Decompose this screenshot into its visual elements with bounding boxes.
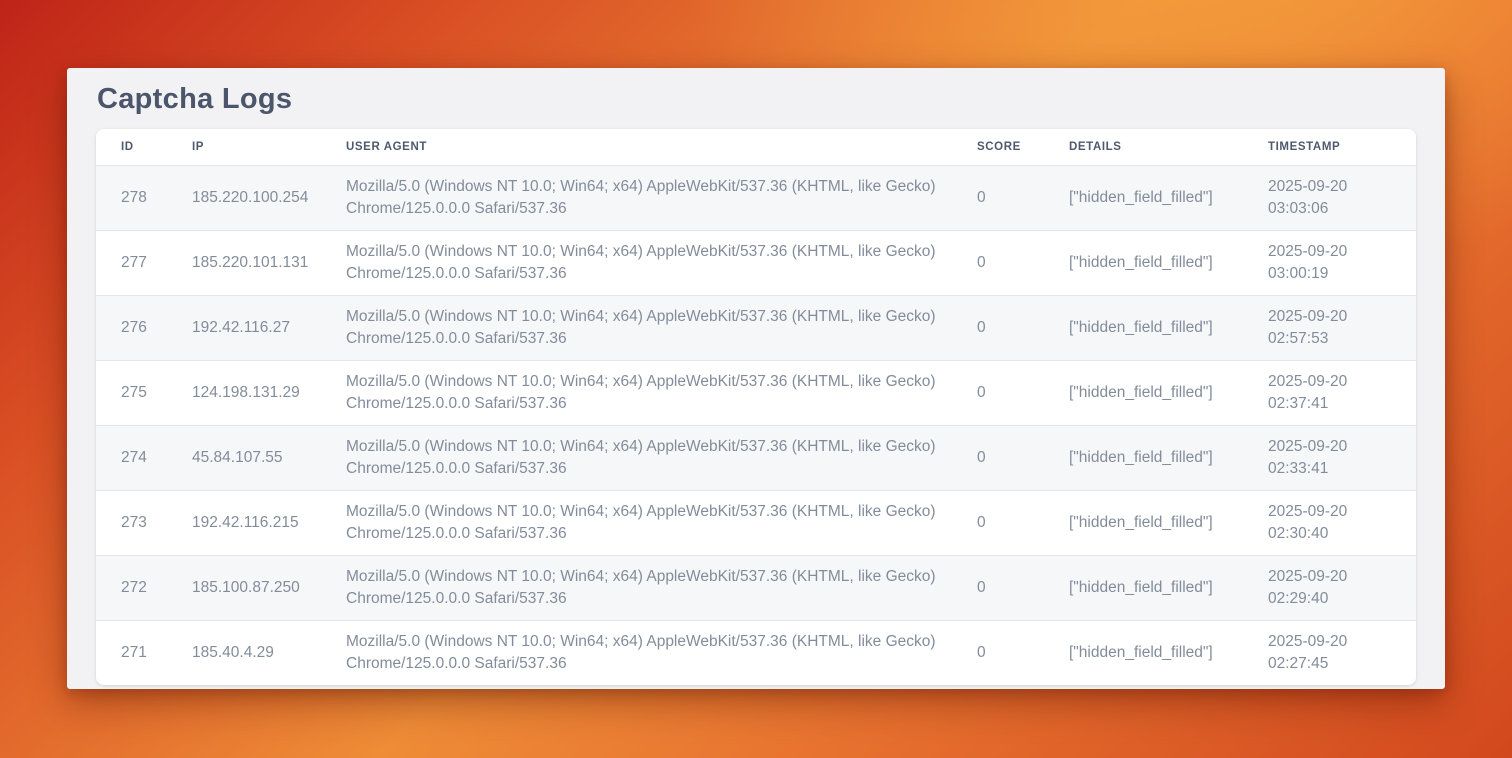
cell-timestamp: 2025-09-20 02:30:40 <box>1268 490 1416 555</box>
cell-ip: 192.42.116.215 <box>192 490 346 555</box>
cell-user_agent: Mozilla/5.0 (Windows NT 10.0; Win64; x64… <box>346 425 977 490</box>
cell-id: 273 <box>96 490 192 555</box>
captcha-logs-panel: Captcha Logs IDIPUSER AGENTSCOREDETAILST… <box>67 68 1445 689</box>
cell-timestamp: 2025-09-20 02:37:41 <box>1268 360 1416 425</box>
column-header-timestamp: TIMESTAMP <box>1268 129 1416 165</box>
cell-id: 272 <box>96 555 192 620</box>
cell-user_agent: Mozilla/5.0 (Windows NT 10.0; Win64; x64… <box>346 230 977 295</box>
cell-ip: 185.40.4.29 <box>192 620 346 685</box>
table-row: 272185.100.87.250Mozilla/5.0 (Windows NT… <box>96 555 1416 620</box>
cell-user_agent: Mozilla/5.0 (Windows NT 10.0; Win64; x64… <box>346 360 977 425</box>
column-header-ip: IP <box>192 129 346 165</box>
desktop-background: { "page": { "title": "Captcha Logs" }, "… <box>0 0 1512 758</box>
cell-ip: 185.220.101.131 <box>192 230 346 295</box>
table-row: 278185.220.100.254Mozilla/5.0 (Windows N… <box>96 165 1416 230</box>
cell-score: 0 <box>977 425 1069 490</box>
column-header-user_agent: USER AGENT <box>346 129 977 165</box>
cell-details: ["hidden_field_filled"] <box>1069 425 1268 490</box>
cell-details: ["hidden_field_filled"] <box>1069 295 1268 360</box>
cell-id: 271 <box>96 620 192 685</box>
cell-score: 0 <box>977 295 1069 360</box>
cell-score: 0 <box>977 230 1069 295</box>
table-header-row: IDIPUSER AGENTSCOREDETAILSTIMESTAMP <box>96 129 1416 165</box>
cell-score: 0 <box>977 165 1069 230</box>
table-row: 27445.84.107.55Mozilla/5.0 (Windows NT 1… <box>96 425 1416 490</box>
cell-id: 274 <box>96 425 192 490</box>
cell-user_agent: Mozilla/5.0 (Windows NT 10.0; Win64; x64… <box>346 165 977 230</box>
table-row: 273192.42.116.215Mozilla/5.0 (Windows NT… <box>96 490 1416 555</box>
cell-user_agent: Mozilla/5.0 (Windows NT 10.0; Win64; x64… <box>346 620 977 685</box>
cell-timestamp: 2025-09-20 02:29:40 <box>1268 555 1416 620</box>
table-row: 276192.42.116.27Mozilla/5.0 (Windows NT … <box>96 295 1416 360</box>
table-row: 271185.40.4.29Mozilla/5.0 (Windows NT 10… <box>96 620 1416 685</box>
cell-score: 0 <box>977 555 1069 620</box>
table-body: 278185.220.100.254Mozilla/5.0 (Windows N… <box>96 165 1416 685</box>
cell-score: 0 <box>977 360 1069 425</box>
cell-score: 0 <box>977 620 1069 685</box>
cell-id: 275 <box>96 360 192 425</box>
cell-timestamp: 2025-09-20 02:57:53 <box>1268 295 1416 360</box>
cell-details: ["hidden_field_filled"] <box>1069 490 1268 555</box>
cell-score: 0 <box>977 490 1069 555</box>
captcha-logs-table: IDIPUSER AGENTSCOREDETAILSTIMESTAMP 2781… <box>96 129 1416 685</box>
cell-ip: 185.220.100.254 <box>192 165 346 230</box>
cell-id: 277 <box>96 230 192 295</box>
cell-id: 278 <box>96 165 192 230</box>
cell-ip: 124.198.131.29 <box>192 360 346 425</box>
cell-user_agent: Mozilla/5.0 (Windows NT 10.0; Win64; x64… <box>346 555 977 620</box>
cell-details: ["hidden_field_filled"] <box>1069 165 1268 230</box>
cell-ip: 192.42.116.27 <box>192 295 346 360</box>
cell-user_agent: Mozilla/5.0 (Windows NT 10.0; Win64; x64… <box>346 490 977 555</box>
logs-table-card: IDIPUSER AGENTSCOREDETAILSTIMESTAMP 2781… <box>96 129 1416 685</box>
cell-details: ["hidden_field_filled"] <box>1069 555 1268 620</box>
cell-details: ["hidden_field_filled"] <box>1069 360 1268 425</box>
cell-ip: 45.84.107.55 <box>192 425 346 490</box>
cell-details: ["hidden_field_filled"] <box>1069 620 1268 685</box>
cell-timestamp: 2025-09-20 02:33:41 <box>1268 425 1416 490</box>
column-header-details: DETAILS <box>1069 129 1268 165</box>
table-row: 275124.198.131.29Mozilla/5.0 (Windows NT… <box>96 360 1416 425</box>
column-header-score: SCORE <box>977 129 1069 165</box>
cell-timestamp: 2025-09-20 02:27:45 <box>1268 620 1416 685</box>
cell-id: 276 <box>96 295 192 360</box>
cell-timestamp: 2025-09-20 03:00:19 <box>1268 230 1416 295</box>
page-title: Captcha Logs <box>67 68 1445 129</box>
cell-ip: 185.100.87.250 <box>192 555 346 620</box>
column-header-id: ID <box>96 129 192 165</box>
cell-timestamp: 2025-09-20 03:03:06 <box>1268 165 1416 230</box>
cell-details: ["hidden_field_filled"] <box>1069 230 1268 295</box>
table-row: 277185.220.101.131Mozilla/5.0 (Windows N… <box>96 230 1416 295</box>
cell-user_agent: Mozilla/5.0 (Windows NT 10.0; Win64; x64… <box>346 295 977 360</box>
